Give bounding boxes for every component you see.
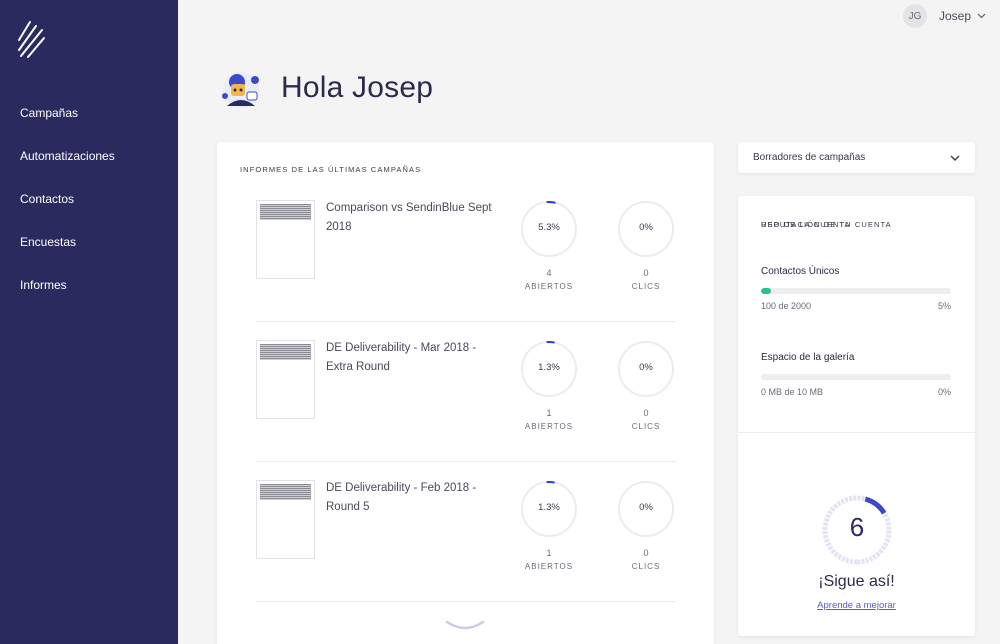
campaign-drafts-dropdown[interactable]: Borradores de campañas [738,142,975,173]
opens-label: ABIERTOS [524,282,574,291]
opens-count: 1 [546,408,552,418]
clicks-label: CLICS [631,282,661,291]
show-more-chevron-icon[interactable] [445,620,485,632]
opens-label: ABIERTOS [524,562,574,571]
chevron-down-icon [950,155,960,161]
campaign-thumbnail[interactable] [256,340,315,419]
chevron-down-icon[interactable] [977,13,986,19]
clicks-label: CLICS [631,562,661,571]
metric-percentage: 5% [937,301,951,311]
campaign-reports-title: INFORMES DE LAS ÚLTIMAS CAMPAÑAS [240,165,422,174]
clicks-count: 0 [643,408,649,418]
main-nav: Campañas Automatizaciones Contactos Encu… [20,104,115,319]
gallery-space-metric: Espacio de la galería 0 MB de 10 MB 0% [761,352,951,397]
learn-to-improve-link[interactable]: Aprende a mejorar [738,600,975,611]
opens-percentage: 1.3% [538,362,560,373]
metric-percentage: 0% [937,387,951,397]
campaign-row[interactable]: Comparison vs SendinBlue Sept 2018 5.3% … [256,182,676,322]
opens-count: 4 [546,268,552,278]
clicks-stat: 0% 0 CLICS [616,340,676,431]
reputation-message: ¡Sigue así! [818,573,895,590]
clicks-label: CLICS [631,422,661,431]
greeting: Hola Josep [217,66,433,110]
campaign-thumbnail[interactable] [256,200,315,279]
clicks-percentage: 0% [639,502,653,513]
nav-item-campanas[interactable]: Campañas [20,104,115,147]
nav-item-contactos[interactable]: Contactos [20,190,115,233]
opens-stat: 1.3% 1 ABIERTOS [519,340,579,431]
campaign-name[interactable]: Comparison vs SendinBlue Sept 2018 [326,199,496,237]
campaign-name[interactable]: DE Deliverability - Feb 2018 - Round 5 [326,479,496,517]
campaign-row[interactable]: DE Deliverability - Feb 2018 - Round 5 1… [256,462,676,602]
metric-label: Contactos Únicos [761,266,840,277]
clicks-count: 0 [643,548,649,558]
opens-count: 1 [546,548,552,558]
unique-contacts-progress-bar [761,288,951,294]
opens-stat: 5.3% 4 ABIERTOS [519,200,579,291]
metric-detail: 0 MB de 10 MB [761,387,824,397]
clicks-percentage: 0% [639,222,653,233]
opens-label: ABIERTOS [524,422,574,431]
opens-percentage: 5.3% [538,222,560,233]
opens-stat: 1.3% 1 ABIERTOS [519,480,579,571]
campaign-reports-card: INFORMES DE LAS ÚLTIMAS CAMPAÑAS Compari… [217,142,714,644]
user-menu[interactable]: JG Josep [902,4,986,28]
clicks-count: 0 [643,268,649,278]
metric-detail: 100 de 2000 [761,301,812,311]
gallery-space-progress-bar [761,374,951,380]
reputation-title: REPUTACIÓN DE TU CUENTA [761,220,892,229]
divider [738,432,975,433]
user-name[interactable]: Josep [939,9,971,23]
campaign-drafts-label: Borradores de campañas [753,152,866,163]
reputation-score: 6 [849,512,865,542]
campaign-row[interactable]: DE Deliverability - Mar 2018 - Extra Rou… [256,322,676,462]
logo-icon[interactable] [16,18,48,60]
mascot-illustration-icon [222,72,259,108]
campaign-name[interactable]: DE Deliverability - Mar 2018 - Extra Rou… [326,339,496,377]
sidebar: Campañas Automatizaciones Contactos Encu… [0,0,178,644]
nav-item-automatizaciones[interactable]: Automatizaciones [20,147,115,190]
clicks-stat: 0% 0 CLICS [616,200,676,291]
campaign-thumbnail[interactable] [256,480,315,559]
nav-item-informes[interactable]: Informes [20,276,115,319]
avatar[interactable]: JG [902,4,927,28]
clicks-percentage: 0% [639,362,653,373]
reputation-gauge: 6 [821,494,893,566]
opens-percentage: 1.3% [538,502,560,513]
metric-label: Espacio de la galería [761,352,855,363]
account-usage-card: USO DE LA CUENTA Contactos Únicos 100 de… [738,196,975,636]
nav-item-encuestas[interactable]: Encuestas [20,233,115,276]
unique-contacts-metric: Contactos Únicos 100 de 2000 5% [761,266,951,311]
clicks-stat: 0% 0 CLICS [616,480,676,571]
page-title: Hola Josep [281,71,434,104]
